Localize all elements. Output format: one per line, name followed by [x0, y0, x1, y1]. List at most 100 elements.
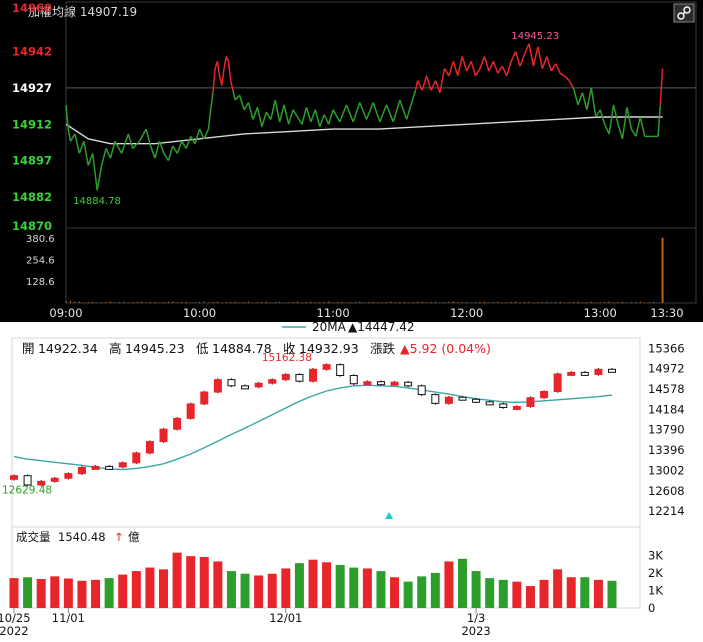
- intraday-volume-bar: [283, 302, 285, 303]
- intraday-volume-bar: [296, 301, 298, 303]
- price-line-segment: [314, 109, 321, 127]
- daily-y-tick: 14184: [648, 402, 685, 416]
- candle-body: [512, 405, 521, 410]
- intraday-volume-bar: [532, 302, 534, 303]
- volume-y-tick: 0: [648, 601, 655, 615]
- price-line-segment: [345, 104, 354, 123]
- candle-body: [173, 417, 182, 430]
- price-line-segment: [181, 140, 187, 149]
- candle-body: [241, 385, 250, 390]
- daily-chart-svg: 20MA ▲14447.42 開 14922.34 高 14945.23 低 1…: [0, 320, 685, 638]
- intraday-volume-bar: [377, 302, 379, 303]
- intraday-volume-bar: [595, 302, 597, 303]
- intraday-volume-bar: [564, 302, 566, 303]
- price-line-segment: [105, 148, 112, 159]
- intraday-volume-bar: [288, 302, 290, 303]
- intraday-volume-bar: [648, 301, 650, 303]
- intraday-volume-bar: [185, 301, 187, 303]
- intraday-volume-bar: [176, 302, 178, 303]
- price-line-segment: [265, 111, 272, 120]
- volume-arrow: ↑: [114, 530, 124, 544]
- volume-bar: [104, 578, 114, 608]
- volume-bar: [362, 568, 372, 608]
- average-line: [65, 116, 663, 145]
- price-line-segment: [319, 114, 325, 127]
- volume-y-tick: 1K: [648, 583, 663, 597]
- price-line-segment: [207, 109, 212, 130]
- price-line-segment: [278, 104, 285, 123]
- candle-body: [363, 381, 372, 386]
- volume-bar: [471, 571, 481, 608]
- price-line-segment: [67, 128, 72, 142]
- intraday-volume-bar: [114, 302, 116, 303]
- daily-x-tick: 12/01: [269, 611, 302, 625]
- daily-y-tick: 13002: [648, 463, 685, 477]
- intraday-volume-bar: [74, 301, 76, 303]
- intraday-volume-bar: [270, 302, 272, 303]
- intraday-volume-bar: [483, 301, 485, 303]
- intraday-y-tick: 14960: [12, 1, 52, 15]
- intraday-volume-bar: [207, 302, 209, 303]
- intraday-volume-bar: [92, 301, 94, 303]
- candle-body: [50, 477, 59, 482]
- price-line-segment: [474, 68, 481, 77]
- intraday-x-tick: 13:30: [650, 306, 683, 320]
- intraday-y-tick: 14942: [12, 45, 52, 59]
- intraday-volume-bar: [167, 301, 169, 303]
- price-line-segment: [608, 104, 615, 135]
- daily-x-tick: 10/25: [0, 611, 31, 625]
- price-line-segment: [501, 65, 508, 77]
- price-line-segment: [555, 63, 561, 74]
- stat-high: 14945.23: [125, 341, 185, 356]
- intraday-volume-bar: [341, 301, 343, 303]
- intraday-volume-bar: [350, 302, 352, 303]
- intraday-chart: 加權均線 14907.19 14960 14942 14927 14912 14897 1…: [0, 0, 703, 322]
- price-line-segment: [198, 128, 205, 140]
- intraday-volume-bar: [145, 302, 147, 303]
- volume-bar: [36, 579, 46, 608]
- price-line-segment: [612, 104, 619, 125]
- price-line-segment: [621, 107, 628, 139]
- price-line-segment: [100, 148, 107, 166]
- candle-body: [145, 441, 154, 454]
- volume-bar: [525, 586, 535, 608]
- price-line-segment: [523, 43, 530, 55]
- intraday-vol-tick: 128.6: [26, 277, 55, 288]
- intraday-volume-bar: [475, 302, 477, 303]
- price-line-segment: [465, 60, 472, 72]
- price-line-segment: [227, 61, 232, 81]
- volume-bar: [131, 571, 141, 608]
- link-icon[interactable]: [673, 3, 695, 23]
- intraday-volume-bar: [239, 302, 241, 303]
- intraday-y-tick: 14897: [12, 154, 52, 168]
- volume-bar: [186, 556, 196, 608]
- price-line-segment: [559, 72, 565, 77]
- intraday-volume-bar: [132, 302, 134, 303]
- price-line-segment: [209, 92, 214, 110]
- intraday-volume-bar: [87, 301, 89, 303]
- candle-body: [200, 391, 209, 405]
- intraday-volume-bar: [501, 302, 503, 303]
- intraday-volume-bar: [154, 301, 156, 303]
- volume-bar: [322, 562, 332, 608]
- intraday-volume-bar: [657, 302, 659, 303]
- volume-bar: [444, 561, 454, 608]
- intraday-volume-bar: [443, 302, 445, 303]
- intraday-volume-bar: [515, 301, 517, 303]
- candle-body: [608, 368, 616, 373]
- price-line-segment: [194, 128, 201, 144]
- price-line-segment: [564, 75, 570, 82]
- intraday-volume-bar: [479, 301, 481, 303]
- volume-bar: [485, 578, 495, 608]
- signal-marker-icon: [385, 512, 394, 519]
- intraday-volume-bar: [332, 302, 334, 303]
- intraday-volume-bar: [399, 301, 401, 303]
- price-line-segment: [581, 92, 588, 110]
- intraday-volume-bar: [408, 302, 410, 303]
- candle-body: [64, 473, 73, 479]
- price-line-segment: [626, 107, 633, 130]
- intraday-volume-bar: [96, 302, 98, 303]
- candle-body: [105, 465, 114, 470]
- price-line-segment: [365, 102, 374, 120]
- volume-bar: [281, 568, 291, 608]
